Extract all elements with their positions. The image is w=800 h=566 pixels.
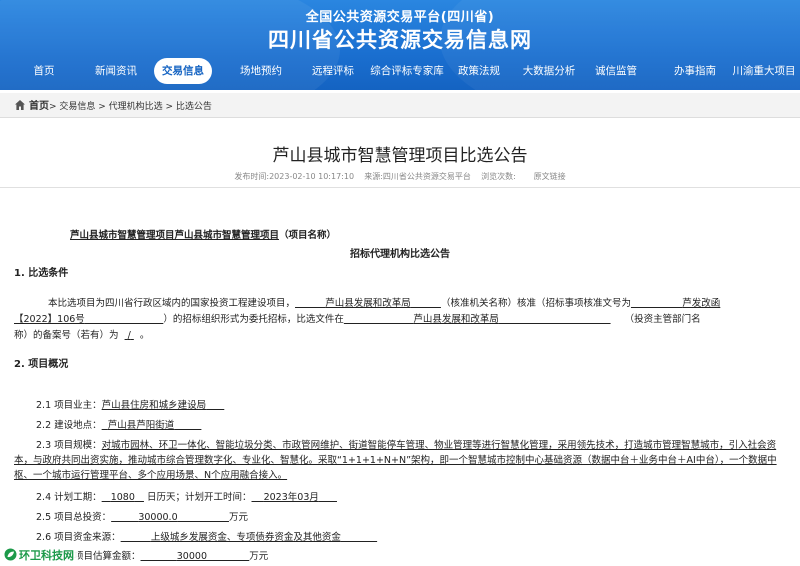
s1-text: （投资主管部门名 [624, 314, 701, 325]
funding-label: 2.6 项目资金来源： [36, 532, 121, 543]
location-label: 2.2 建设地点： [36, 420, 102, 431]
project-title: 芦山县城市智慧管理项目芦山县城市智慧管理项目 [70, 230, 280, 241]
published-time: 2023-02-10 10:17:10 [269, 172, 355, 181]
estimate-unit: 万元 [249, 551, 269, 562]
period-unit: 日历天；计划开工时间： [146, 492, 252, 503]
watermark-logo: 环卫科技网 [2, 547, 78, 564]
doc-subtitle: 招标代理机构比选公告 [350, 249, 450, 260]
s1-text: 本比选项目为四川省行政区域内的国家投资工程建设项目， [48, 298, 296, 309]
doc-number-field: 【2022】106号 [14, 314, 163, 325]
nav-item-5[interactable]: 远程评标 [300, 58, 366, 84]
period-label: 2.4 计划工期： [36, 492, 102, 503]
section-2-heading: 2. 项目概况 [14, 359, 69, 370]
nav-item-10[interactable]: 办事指南 [670, 58, 720, 84]
breadcrumb: 首页> 交易信息 > 代理机构比选 > 比选公告 [0, 93, 800, 118]
s1-text: （核准机关名称）核准（招标事项核准文号为 [440, 298, 631, 309]
item-owner: 2.1 项目业主：芦山县住房和城乡建设局 [36, 398, 800, 413]
section-1-heading: 1. 比选条件 [14, 268, 69, 279]
nav-item-11[interactable]: 川渝重大项目 [730, 58, 798, 84]
s1-text: 。 [139, 330, 150, 341]
nav-item-2[interactable]: 新闻资讯 [84, 58, 148, 84]
investment-value: 30000.0 [138, 512, 178, 523]
nav-item-6[interactable]: 综合评标专家库 [366, 58, 448, 84]
site-header: 全国公共资源交易平台(四川省) 四川省公共资源交易信息网 首页 新闻资讯 交易信息场… [0, 0, 800, 90]
nav-item-4[interactable]: 场地预约 [228, 58, 294, 84]
filer-value: 芦山县发展和改革局 [413, 314, 499, 325]
project-name-label: （项目名称） [279, 230, 337, 241]
doc-number-value: 【2022】106号 [14, 314, 85, 325]
start-value: 2023年03月 [263, 492, 319, 503]
breadcrumb-trail[interactable]: > 交易信息 > 代理机构比选 > 比选公告 [49, 102, 212, 112]
item-investment: 2.5 项目总投资： 30000.0 万元 [36, 510, 800, 525]
owner-value: 芦山县住房和城乡建设局 [101, 400, 207, 411]
leaf-icon [4, 548, 17, 561]
nav-item-7[interactable]: 政策法规 [452, 58, 506, 84]
views-label: 浏览次数: [481, 172, 516, 181]
record-field: / [125, 330, 134, 341]
site-title[interactable]: 四川省公共资源交易信息网 [0, 24, 800, 54]
investment-label: 2.5 项目总投资： [36, 512, 112, 523]
scale-value: 对城市园林、环卫一体化、智能垃圾分类、市政管网维护、街道智能停车管理、物业管理等… [14, 440, 777, 481]
owner-label: 2.1 项目业主： [36, 400, 102, 411]
nav-item-1[interactable]: 首页 [22, 58, 66, 84]
item-period: 2.4 计划工期： 1080 日历天；计划开工时间： 2023年03月 [36, 490, 800, 505]
item-location: 2.2 建设地点： 芦山县芦阳街道 [36, 418, 800, 433]
item-funding: 2.6 项目资金来源： 上级城乡发展资金、专项债券资金及其他资金 [36, 530, 800, 545]
divider [0, 187, 800, 188]
item-estimate: 代理项目估算金额： 30000 万元 [55, 549, 800, 564]
project-title-line: 芦山县城市智慧管理项目芦山县城市智慧管理项目（项目名称） [70, 228, 570, 243]
filer-field: 芦山县发展和改革局 [344, 314, 611, 325]
s1-text: 称）的备案号（若有）为 [14, 330, 119, 341]
published-label: 发布时间: [234, 172, 270, 181]
s1-line-1: 本比选项目为四川省行政区域内的国家投资工程建设项目， 芦山县发展和改革局 （核准… [48, 296, 788, 311]
original-link[interactable]: 原文链接 [534, 172, 566, 181]
scale-label: 2.3 项目规模： [36, 440, 102, 451]
source-value: 四川省公共资源交易平台 [382, 172, 471, 181]
estimate-value: 30000 [176, 551, 207, 562]
doc-prefix-value: 芦发改函 [682, 298, 721, 309]
breadcrumb-home-link[interactable]: 首页 [29, 101, 49, 112]
main-nav: 首页 新闻资讯 交易信息 场地预约 远程评标 综合评标专家库 政策法规 大数据分析 诚信监管 办事… [0, 58, 800, 86]
investment-unit: 万元 [228, 512, 248, 523]
approver-field: 芦山县发展和改革局 [295, 298, 441, 309]
source-label: 来源: [364, 172, 383, 181]
watermark-text: 环卫科技网 [19, 549, 74, 562]
location-value: 芦山县芦阳街道 [107, 420, 175, 431]
approver-value: 芦山县发展和改革局 [325, 298, 411, 309]
article-meta: 发布时间:2023-02-10 10:17:10 来源:四川省公共资源交易平台 … [0, 171, 800, 182]
period-days-value: 1080 [110, 492, 135, 503]
site-subtitle: 全国公共资源交易平台(四川省) [305, 10, 495, 25]
item-scale: 2.3 项目规模：对城市园林、环卫一体化、智能垃圾分类、市政管网维护、街道智能停… [14, 438, 790, 483]
home-icon [15, 100, 25, 110]
doc-number-field: 芦发改函 [631, 298, 720, 309]
s1-line-2: 【2022】106号 ）的招标组织形式为委托招标，比选文件在 芦山县发展和改革局… [14, 312, 794, 327]
article-title: 芦山县城市智慧管理项目比选公告 [272, 146, 528, 166]
nav-item-3[interactable]: 交易信息 [154, 58, 212, 84]
nav-item-8[interactable]: 大数据分析 [516, 58, 582, 84]
funding-value: 上级城乡发展资金、专项债券资金及其他资金 [150, 532, 341, 543]
nav-item-9[interactable]: 诚信监管 [590, 58, 642, 84]
s1-text: ）的招标组织形式为委托招标，比选文件在 [163, 314, 344, 325]
record-value: / [127, 330, 131, 341]
s1-line-3: 称）的备案号（若有）为 / 。 [14, 328, 794, 343]
